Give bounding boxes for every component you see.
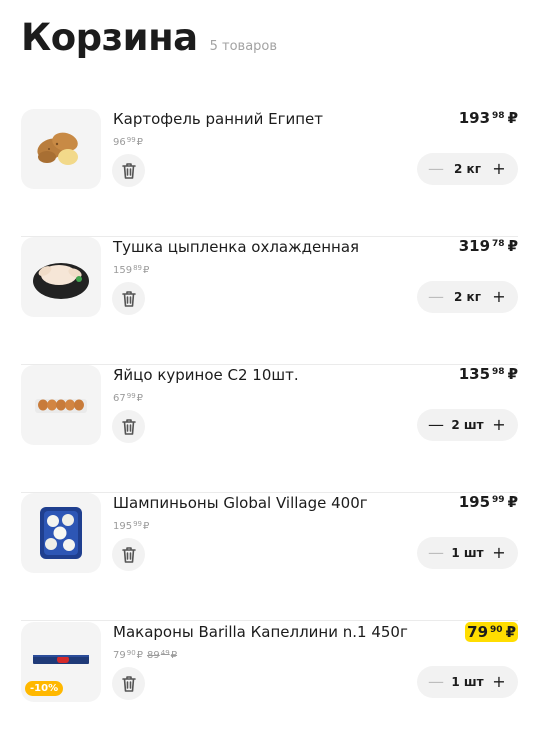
trash-icon (121, 675, 136, 692)
quantity-value: 1 шт (451, 675, 484, 689)
delete-button[interactable] (112, 154, 145, 187)
cart-item-pasta: -10% Макароны Barilla Капеллини n.1 450г… (21, 622, 518, 738)
delete-button[interactable] (112, 538, 145, 571)
decrease-button[interactable]: — (427, 544, 445, 562)
item-count: 5 товаров (209, 39, 278, 54)
unit-price: 9699₽ (113, 136, 144, 148)
quantity-stepper: — 2 кг + (417, 281, 518, 313)
cart-header: Корзина 5 товаров (21, 16, 277, 59)
product-image[interactable] (21, 237, 101, 317)
product-name[interactable]: Яйцо куриное С2 10шт. (113, 366, 299, 384)
increase-button[interactable]: + (490, 416, 508, 434)
quantity-value: 1 шт (451, 546, 484, 560)
increase-button[interactable]: + (490, 544, 508, 562)
trash-icon (121, 546, 136, 563)
quantity-value: 2 шт (451, 418, 484, 432)
product-image[interactable] (21, 493, 101, 573)
total-price: 195 99 ₽ (458, 493, 518, 511)
quantity-value: 2 кг (454, 290, 481, 304)
quantity-stepper: — 1 шт + (417, 537, 518, 569)
eggs-icon (35, 399, 87, 413)
increase-button[interactable]: + (490, 288, 508, 306)
product-name[interactable]: Тушка цыпленка охлажденная (113, 238, 359, 256)
product-image[interactable]: -10% (21, 622, 101, 702)
potato-icon (37, 132, 78, 165)
cart-item-eggs: Яйцо куриное С2 10шт. 6799₽ 135 98 ₽ — 2 ш… (21, 365, 518, 493)
product-name[interactable]: Макароны Barilla Капеллини n.1 450г (113, 623, 408, 641)
decrease-button[interactable]: — (427, 416, 445, 434)
decrease-button[interactable]: — (427, 673, 445, 691)
increase-button[interactable]: + (490, 673, 508, 691)
quantity-value: 2 кг (454, 162, 481, 176)
cart-item-mushrooms: Шампиньоны Global Village 400г 19599₽ 19… (21, 493, 518, 621)
trash-icon (121, 290, 136, 307)
quantity-stepper: — 2 кг + (417, 153, 518, 185)
trash-icon (121, 162, 136, 179)
quantity-stepper: — 1 шт + (417, 666, 518, 698)
cart-item-chicken: Тушка цыпленка охлажденная 15989₽ 319 78 ₽… (21, 237, 518, 365)
product-name[interactable]: Картофель ранний Египет (113, 110, 323, 128)
product-image[interactable] (21, 109, 101, 189)
increase-button[interactable]: + (490, 160, 508, 178)
divider (21, 620, 518, 621)
unit-price: 19599₽ (113, 520, 150, 532)
decrease-button[interactable]: — (427, 288, 445, 306)
decrease-button[interactable]: — (427, 160, 445, 178)
unit-price: 15989₽ (113, 264, 150, 276)
total-price: 135 98 ₽ (458, 365, 518, 383)
product-image[interactable] (21, 365, 101, 445)
total-price: 319 78 ₽ (458, 237, 518, 255)
total-price: 193 98 ₽ (458, 109, 518, 127)
old-unit-price: 8949₽ (147, 649, 178, 661)
cart-item-potato: Картофель ранний Египет 9699₽ 193 98 ₽ — 2… (21, 109, 518, 237)
mushrooms-icon (40, 507, 82, 559)
unit-price: 6799₽ (113, 392, 144, 404)
unit-price: 7990₽ 8949₽ (113, 649, 178, 661)
discount-badge: -10% (25, 681, 64, 696)
delete-button[interactable] (112, 282, 145, 315)
page-title: Корзина (21, 16, 198, 59)
promo-price: 79 90 ₽ (465, 622, 518, 642)
trash-icon (121, 418, 136, 435)
delete-button[interactable] (112, 410, 145, 443)
delete-button[interactable] (112, 667, 145, 700)
chicken-icon (33, 263, 89, 299)
quantity-stepper: — 2 шт + (417, 409, 518, 441)
product-name[interactable]: Шампиньоны Global Village 400г (113, 494, 368, 512)
